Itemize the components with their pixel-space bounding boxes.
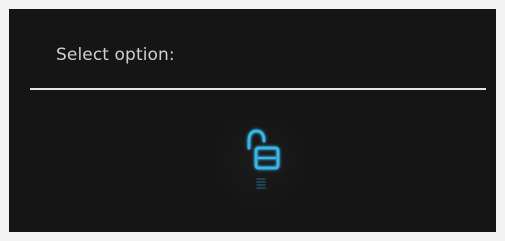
select-option-dialog: Select option: [9, 9, 496, 232]
screen-frame: Select option: [0, 0, 505, 241]
unlock-option-button[interactable] [216, 117, 302, 219]
dialog-title: Select option: [56, 45, 175, 65]
unlocked-padlock-icon [247, 129, 280, 170]
title-divider [30, 88, 486, 90]
menu-lines-icon [256, 178, 266, 189]
